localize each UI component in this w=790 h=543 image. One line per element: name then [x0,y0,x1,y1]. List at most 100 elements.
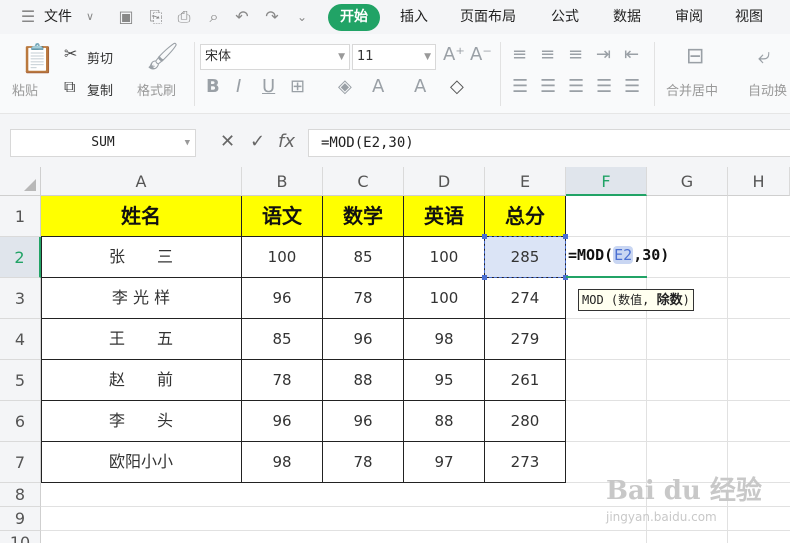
outdent-icon[interactable]: ⇤ [624,44,639,65]
table-cell[interactable]: 261 [485,360,566,401]
column-header[interactable]: D [404,167,485,196]
column-header[interactable]: A [41,167,242,196]
align-center-icon[interactable]: ☰ [540,76,556,97]
column-header-active[interactable]: F [566,167,647,196]
table-cell[interactable]: 85 [242,319,323,360]
chevron-down-icon[interactable]: ∨ [80,7,100,27]
table-cell[interactable]: 78 [242,360,323,401]
table-cell[interactable]: 96 [323,401,404,442]
paste-icon[interactable]: 📋 [20,42,55,75]
increase-font-icon[interactable]: A⁺ [443,44,465,65]
align-top-icon[interactable]: ≡ [512,44,527,65]
decrease-font-icon[interactable]: A⁻ [470,44,492,65]
format-icon[interactable]: ⎘ [146,7,166,27]
wrap-text-button[interactable]: 自动换 [748,80,787,99]
table-cell[interactable]: 95 [404,360,485,401]
table-cell[interactable]: 100 [404,237,485,278]
table-header-cell[interactable]: 语文 [242,196,323,237]
cell-formula-text[interactable]: =MOD(E2,30) [568,246,669,264]
merge-center-button[interactable]: 合并居中 [666,80,718,99]
align-bottom-icon[interactable]: ≡ [568,44,583,65]
font-color-icon[interactable]: A [372,76,384,97]
fill-color-icon[interactable]: ◈ [338,76,352,97]
table-cell[interactable]: 赵 前 [41,360,242,401]
table-cell[interactable]: 78 [323,442,404,483]
customize-dropdown-icon[interactable]: ⌄ [292,7,312,27]
row-header[interactable]: 6 [0,401,41,442]
insert-function-icon[interactable]: fx [278,131,295,152]
column-header[interactable]: G [647,167,728,196]
table-header-cell[interactable]: 英语 [404,196,485,237]
border-icon[interactable]: ⊞ [290,76,305,97]
format-painter-button[interactable]: 格式刷 [137,80,176,99]
underline-icon[interactable]: U [262,76,275,97]
formula-input[interactable]: =MOD(E2,30) [308,129,790,157]
font-size-select[interactable]: 11 ▼ [352,44,436,70]
column-header[interactable]: B [242,167,323,196]
table-cell[interactable]: 78 [323,278,404,319]
align-left-icon[interactable]: ☰ [512,76,528,97]
row-header[interactable]: 5 [0,360,41,401]
table-cell[interactable]: 273 [485,442,566,483]
print-icon[interactable]: ⎙ [174,7,194,27]
table-cell[interactable]: 279 [485,319,566,360]
font-color-dropdown-icon[interactable]: A [414,76,426,97]
table-cell[interactable]: 100 [404,278,485,319]
row-header[interactable]: 10 [0,531,41,543]
indent-icon[interactable]: ⇥ [596,44,611,65]
row-header[interactable]: 9 [0,507,41,531]
print-preview-icon[interactable]: ⌕ [204,7,224,27]
column-header[interactable]: E [485,167,566,196]
cut-button[interactable]: 剪切 [87,48,113,67]
tab-insert[interactable]: 插入 [400,6,428,28]
tab-view[interactable]: 视图 [735,6,763,28]
distribute-icon[interactable]: ☰ [624,76,640,97]
merge-center-icon[interactable]: ⊟ [686,44,704,69]
row-header[interactable]: 4 [0,319,41,360]
hamburger-menu-icon[interactable]: ☰ [18,7,38,27]
table-cell[interactable]: 274 [485,278,566,319]
table-cell-referenced[interactable]: 285 [485,237,566,278]
align-middle-icon[interactable]: ≡ [540,44,555,65]
confirm-icon[interactable]: ✓ [250,131,265,152]
table-cell[interactable]: 王 五 [41,319,242,360]
paste-button[interactable]: 粘贴 [12,80,38,99]
table-cell[interactable]: 96 [242,401,323,442]
table-cell[interactable]: 85 [323,237,404,278]
table-cell[interactable]: 98 [404,319,485,360]
bold-icon[interactable]: B [206,76,220,97]
table-header-cell[interactable]: 姓名 [41,196,242,237]
resize-handle[interactable] [482,234,487,239]
format-painter-icon[interactable]: 🖌 [146,42,179,72]
row-header[interactable]: 7 [0,442,41,483]
copy-icon[interactable]: ⧉ [64,77,75,97]
italic-icon[interactable]: I [236,76,241,97]
row-header-active[interactable]: 2 [0,237,41,278]
eraser-icon[interactable]: ◇ [450,76,464,97]
table-cell[interactable]: 张 三 [41,237,242,278]
tab-data[interactable]: 数据 [613,6,641,28]
name-box[interactable]: SUM ▼ [10,129,196,157]
select-all-corner[interactable] [0,167,41,196]
cancel-icon[interactable]: ✕ [220,131,235,152]
tab-review[interactable]: 审阅 [675,6,703,28]
font-name-select[interactable]: 宋体 ▼ [200,44,350,70]
table-cell[interactable]: 李 头 [41,401,242,442]
save-icon[interactable]: ▣ [116,7,136,27]
copy-button[interactable]: 复制 [87,80,113,99]
row-header[interactable]: 3 [0,278,41,319]
table-header-cell[interactable]: 数学 [323,196,404,237]
table-cell[interactable]: 88 [323,360,404,401]
table-cell[interactable]: 100 [242,237,323,278]
table-cell[interactable]: 280 [485,401,566,442]
column-header[interactable]: C [323,167,404,196]
tab-home[interactable]: 开始 [328,4,380,31]
table-cell[interactable]: 李 光 样 [41,278,242,319]
table-cell[interactable]: 96 [323,319,404,360]
column-header[interactable]: H [728,167,790,196]
wrap-text-icon[interactable]: ⤶ [758,44,770,69]
table-cell[interactable]: 欧阳小小 [41,442,242,483]
table-cell[interactable]: 97 [404,442,485,483]
redo-icon[interactable]: ↷ [262,7,282,27]
justify-icon[interactable]: ☰ [596,76,612,97]
